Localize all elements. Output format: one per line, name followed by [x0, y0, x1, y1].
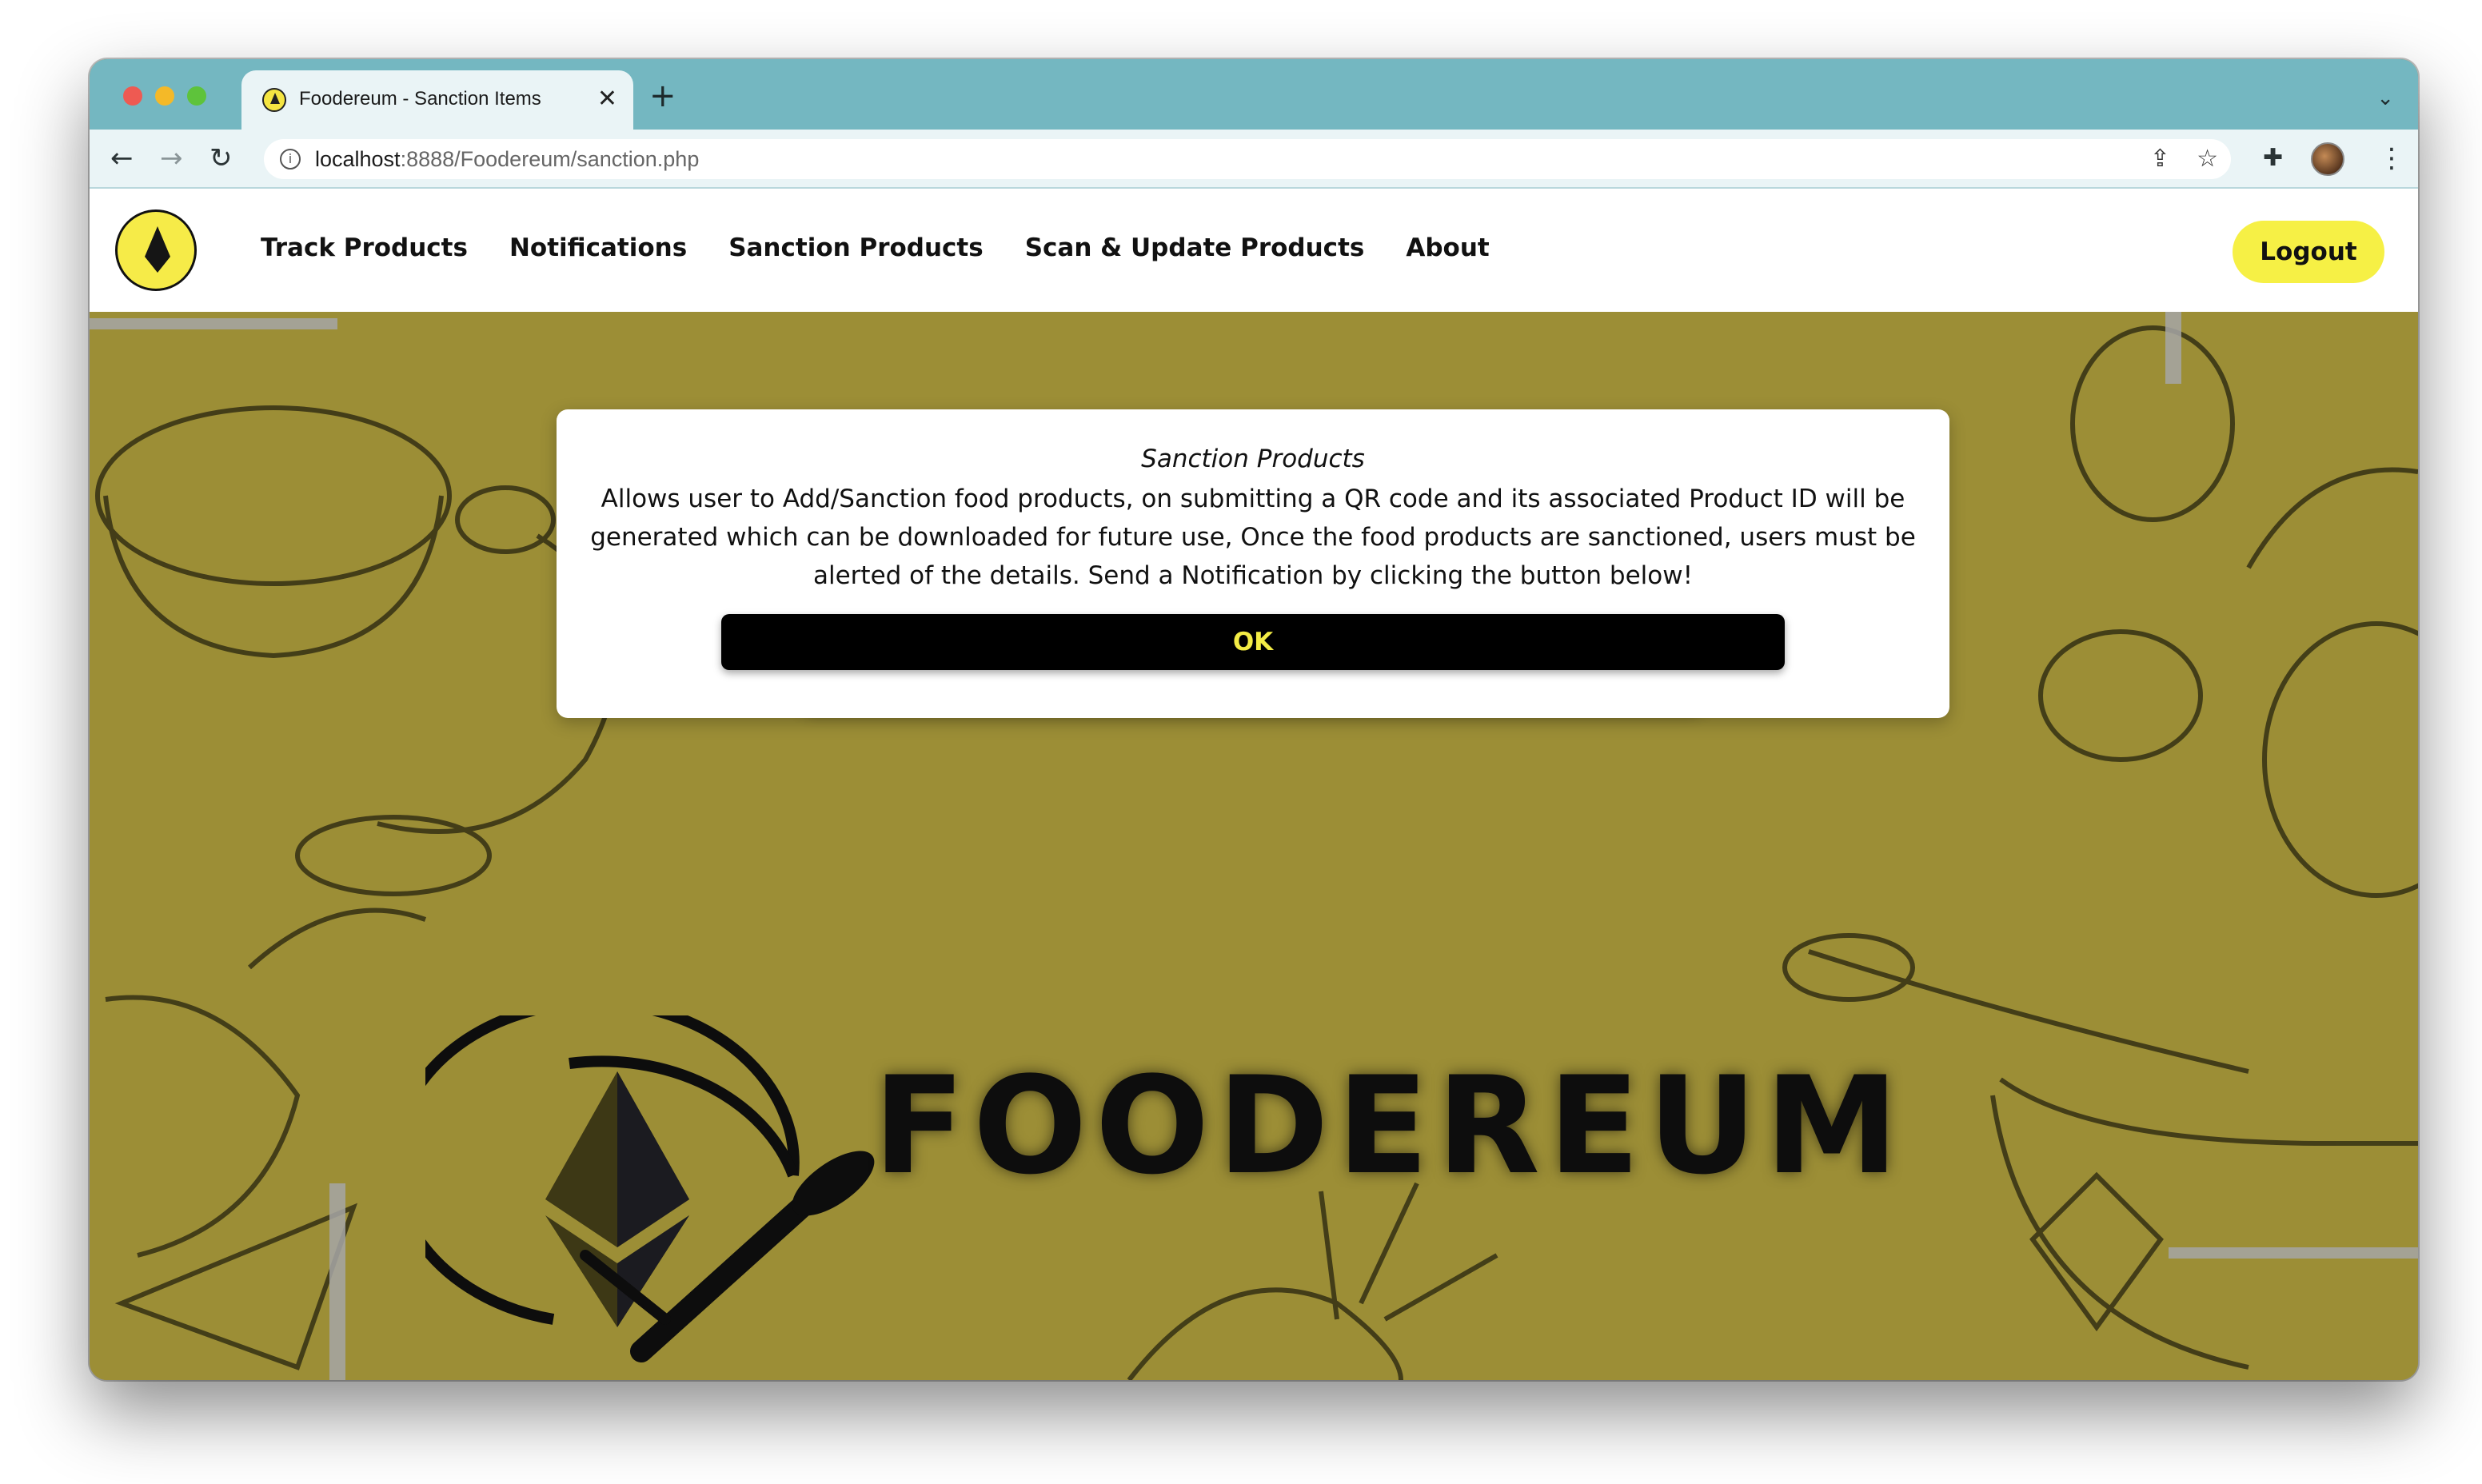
- info-modal: Sanction Products Allows user to Add/San…: [557, 409, 1949, 718]
- close-window-button[interactable]: [123, 86, 142, 106]
- favicon-icon: [262, 88, 286, 112]
- nav-sanction-products[interactable]: Sanction Products: [728, 233, 984, 262]
- nav-track-products[interactable]: Track Products: [261, 233, 468, 262]
- tab-close-icon[interactable]: ✕: [597, 83, 617, 115]
- tab-menu-icon[interactable]: ⌄: [2376, 86, 2394, 110]
- forward-icon[interactable]: →: [160, 141, 183, 176]
- extensions-icon[interactable]: ✚: [2263, 141, 2283, 176]
- nav-about[interactable]: About: [1406, 233, 1489, 262]
- modal-body: Allows user to Add/Sanction food product…: [590, 485, 1916, 590]
- new-tab-button[interactable]: +: [649, 78, 676, 114]
- nav-scan-update-products[interactable]: Scan & Update Products: [1025, 233, 1365, 262]
- tab-title: Foodereum - Sanction Items: [299, 88, 541, 110]
- star-icon[interactable]: ☆: [2197, 144, 2218, 174]
- address-bar[interactable]: i localhost:8888/Foodereum/sanction.php …: [264, 139, 2231, 179]
- avatar[interactable]: [2311, 142, 2344, 176]
- nav-notifications[interactable]: Notifications: [509, 233, 687, 262]
- ok-button[interactable]: OK: [721, 614, 1785, 670]
- back-icon[interactable]: ←: [110, 141, 134, 176]
- nav-links: Track Products Notifications Sanction Pr…: [261, 233, 1490, 262]
- ethereum-icon-lower: [145, 257, 170, 273]
- maximize-window-button[interactable]: [187, 86, 206, 106]
- site-logo[interactable]: [115, 209, 197, 291]
- logout-button[interactable]: Logout: [2233, 221, 2384, 283]
- modal-title: Sanction Products: [1141, 445, 1365, 473]
- info-icon[interactable]: i: [280, 149, 301, 170]
- brand-wordmark: FOODEREUM: [873, 1047, 1907, 1204]
- browser-toolbar: ← → ↻ i localhost:8888/Foodereum/sanctio…: [90, 130, 2418, 189]
- share-icon[interactable]: ⇪: [2150, 144, 2170, 174]
- ethereum-icon: [145, 226, 170, 257]
- url-text[interactable]: localhost:8888/Foodereum/sanction.php: [315, 147, 699, 172]
- browser-window: Foodereum - Sanction Items ✕ + ⌄ ← → ↻ i…: [90, 59, 2418, 1380]
- reload-icon[interactable]: ↻: [209, 141, 233, 176]
- tab-strip: Foodereum - Sanction Items ✕ + ⌄: [90, 59, 2418, 130]
- minimize-window-button[interactable]: [155, 86, 174, 106]
- active-tab[interactable]: Foodereum - Sanction Items ✕: [241, 70, 633, 130]
- site-navbar: Track Products Notifications Sanction Pr…: [90, 189, 2418, 312]
- menu-icon[interactable]: ⋮: [2378, 141, 2405, 176]
